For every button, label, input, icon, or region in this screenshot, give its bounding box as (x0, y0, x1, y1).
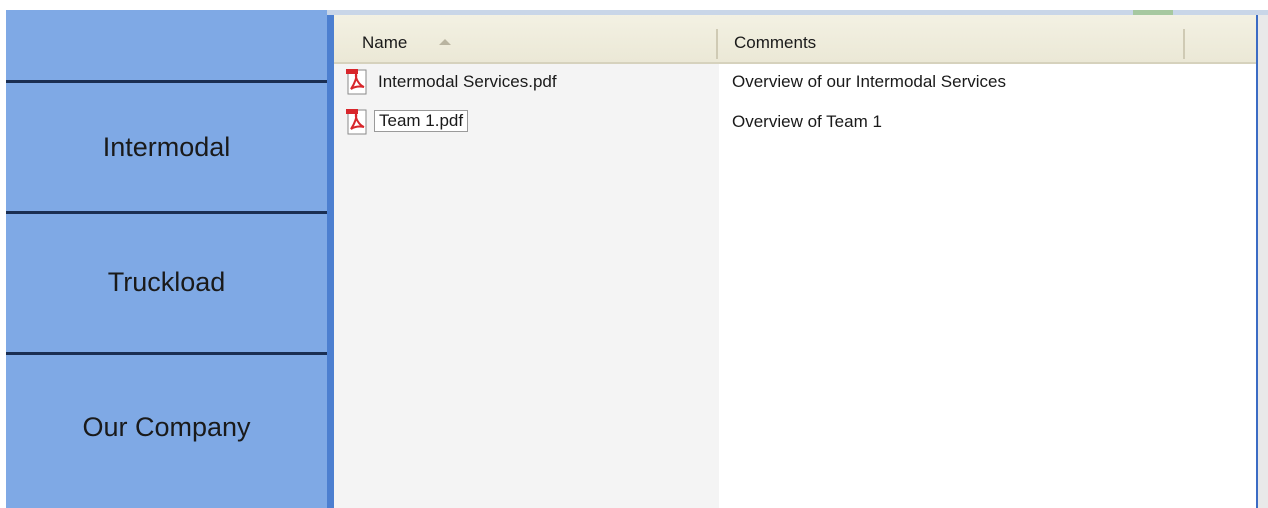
sidebar-item-our-company[interactable]: Our Company (6, 355, 327, 500)
file-comment: Overview of our Intermodal Services (732, 72, 1006, 91)
sort-ascending-icon (439, 39, 451, 45)
frame-border (327, 10, 334, 508)
column-header-comments[interactable]: Comments (734, 33, 816, 53)
file-name[interactable]: Intermodal Services.pdf (378, 72, 557, 92)
sidebar-item-label: Truckload (107, 267, 226, 297)
file-name-focused[interactable]: Team 1.pdf (374, 110, 469, 132)
sidebar-item-label: Intermodal (102, 131, 231, 162)
sidebar-item-label: Our Company (82, 412, 251, 442)
column-header-name[interactable]: Name (362, 33, 407, 53)
column-separator[interactable] (716, 29, 718, 59)
file-comment: Overview of Team 1 (732, 112, 882, 131)
sidebar-nav: Intermodal Truckload Our Company (6, 10, 327, 508)
file-row[interactable]: Team 1.pdf Overview of Team 1 (334, 109, 1256, 137)
sidebar-item-intermodal[interactable]: Intermodal (6, 83, 327, 211)
sidebar-item-truckload[interactable]: Truckload (6, 214, 327, 351)
pdf-icon (346, 69, 367, 95)
pane-right-border (1256, 15, 1268, 508)
column-header-bar: Name Comments (334, 15, 1256, 64)
pdf-icon (346, 109, 367, 135)
file-row[interactable]: Intermodal Services.pdf Overview of our … (334, 69, 1256, 97)
column-separator[interactable] (1183, 29, 1185, 59)
file-list-pane: Name Comments Intermodal Services.pdf Ov… (334, 15, 1260, 508)
